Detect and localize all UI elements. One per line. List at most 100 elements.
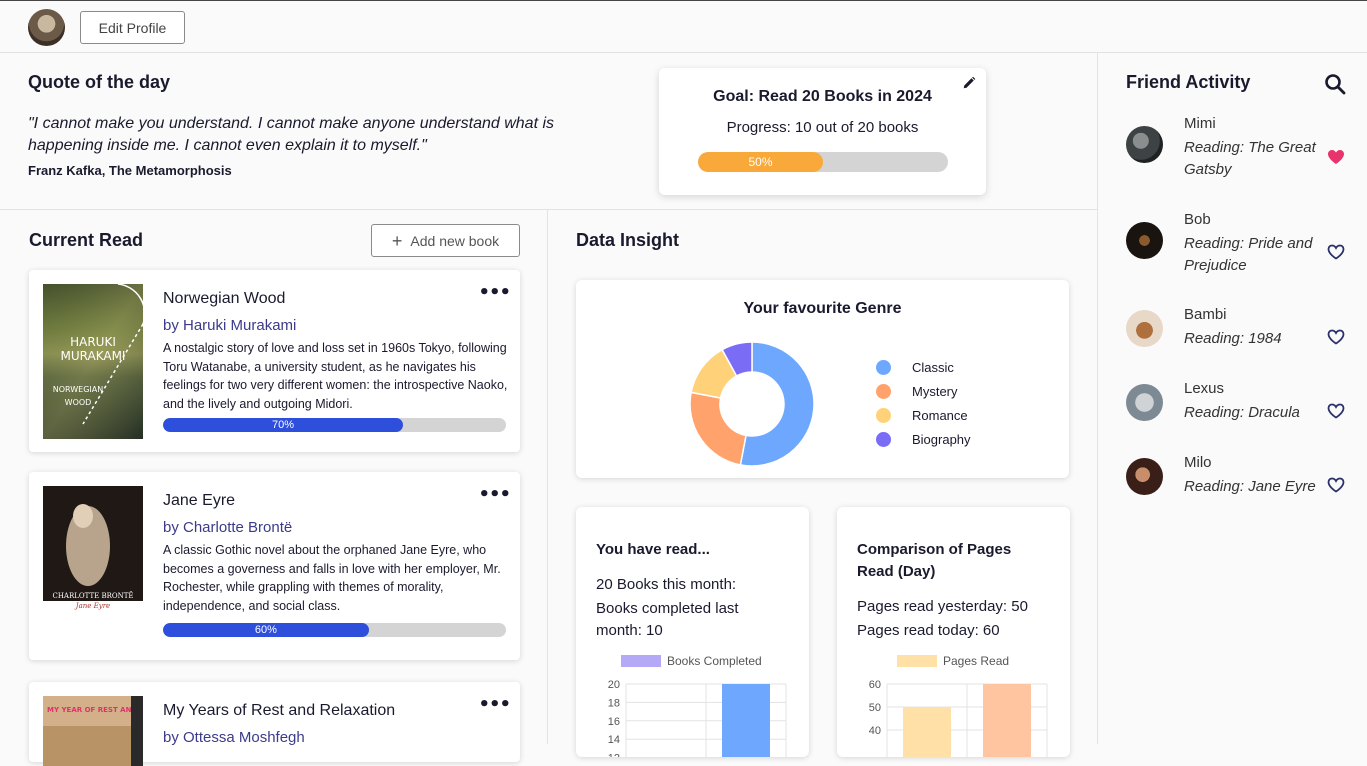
legend-item: Classic — [876, 355, 971, 379]
y-tick-label: 50 — [869, 702, 881, 714]
books-read-title: You have read... — [596, 541, 710, 558]
book-cover: HARUKI MURAKAMI NORWEGIAN WOOD — [43, 284, 143, 439]
current-read-section: Current Read + Add new book HARUKI MURAK… — [0, 210, 548, 766]
book-title[interactable]: My Years of Rest and Relaxation — [163, 702, 395, 720]
avatar[interactable] — [1126, 310, 1163, 347]
friend-name: Mimi — [1184, 115, 1216, 132]
plus-icon: + — [391, 230, 403, 251]
legend-label: Mystery — [912, 383, 958, 399]
genre-chart-title: Your favourite Genre — [743, 300, 902, 317]
pages-chart-legend-label: Pages Read — [943, 654, 1010, 668]
friend-item-bambi[interactable]: Bambi Reading: 1984 — [1126, 306, 1356, 356]
pages-chart-legend: Pages Read — [897, 654, 1009, 668]
avatar[interactable] — [1126, 222, 1163, 259]
bar — [903, 707, 951, 757]
book-cover: MY YEAR OF REST AND RELAXATION — [43, 696, 143, 766]
books-this-month: 20 Books this month: — [596, 576, 737, 593]
friend-name: Bambi — [1184, 306, 1227, 323]
friend-item-mimi[interactable]: Mimi Reading: The Great Gatsby — [1126, 115, 1356, 185]
book-progress-bar: 70% — [163, 418, 506, 432]
friend-reading: Reading: The Great Gatsby — [1184, 139, 1316, 178]
quote-text: "I cannot make you understand. I cannot … — [28, 115, 555, 154]
goal-progress-fill: 50% — [698, 152, 823, 172]
more-icon[interactable]: ••• — [478, 694, 511, 715]
legend-item: Biography — [876, 427, 971, 451]
books-completed-chart: 12 14 16 18 20 — [608, 679, 787, 757]
quote-author: Franz Kafka, The Metamorphosis — [28, 163, 232, 178]
friend-reading: Reading: 1984 — [1184, 330, 1282, 347]
avatar[interactable] — [1126, 126, 1163, 163]
profile-avatar[interactable] — [28, 9, 65, 46]
book-author[interactable]: by Ottessa Moshfegh — [163, 729, 305, 746]
book-author[interactable]: by Haruki Murakami — [163, 317, 296, 334]
avatar[interactable] — [1126, 384, 1163, 421]
heart-icon[interactable] — [1327, 329, 1345, 345]
cover-author-2: MURAKAMI — [61, 349, 126, 363]
books-last-month: Books completed last month: 10 — [596, 600, 739, 639]
legend-label: Biography — [912, 431, 971, 447]
more-icon[interactable]: ••• — [478, 282, 511, 303]
cover-author: CHARLOTTE BRONTË — [52, 591, 133, 600]
friend-name: Lexus — [1184, 380, 1225, 397]
top-bar: Edit Profile — [0, 0, 1367, 53]
book-author[interactable]: by Charlotte Brontë — [163, 519, 292, 536]
data-insight-section: Data Insight Your favourite Genre Classi… — [548, 210, 1097, 757]
friend-item-milo[interactable]: Milo Reading: Jane Eyre — [1126, 454, 1356, 504]
book-card[interactable]: CHARLOTTE BRONTË Jane Eyre Jane Eyre by … — [29, 472, 520, 660]
heart-icon[interactable] — [1327, 149, 1345, 165]
cover-title: MY YEAR OF REST AND RELAXATION — [47, 706, 143, 714]
goal-progress-bar: 50% — [698, 152, 948, 172]
quote-title: Quote of the day — [28, 72, 171, 92]
search-icon[interactable] — [1324, 73, 1346, 95]
add-new-book-button[interactable]: + Add new book — [371, 224, 520, 257]
friend-item-lexus[interactable]: Lexus Reading: Dracula — [1126, 380, 1356, 430]
friend-name: Bob — [1184, 211, 1211, 228]
pie-slice-mystery — [689, 391, 747, 466]
y-tick-label: 12 — [608, 753, 620, 757]
friend-activity-section: Friend Activity Mimi Reading: The Great … — [1097, 53, 1367, 744]
friend-activity-title: Friend Activity — [1126, 72, 1251, 92]
add-new-book-label: Add new book — [410, 232, 500, 249]
data-insight-title: Data Insight — [576, 230, 680, 250]
friend-item-bob[interactable]: Bob Reading: Pride and Prejudice — [1126, 211, 1356, 281]
legend-item: Mystery — [876, 379, 971, 403]
goal-title: Goal: Read 20 Books in 2024 — [713, 88, 932, 105]
y-tick-label: 60 — [869, 679, 881, 691]
genre-legend: Classic Mystery Romance Biography — [876, 355, 971, 451]
cover-title-2: WOOD — [65, 398, 92, 407]
books-read-card: You have read... 20 Books this month: Bo… — [576, 507, 809, 757]
reading-goal-card: Goal: Read 20 Books in 2024 Progress: 10… — [659, 68, 986, 195]
book-card[interactable]: HARUKI MURAKAMI NORWEGIAN WOOD Norwegian… — [29, 270, 520, 452]
pages-yesterday: Pages read yesterday: 50 — [857, 598, 1028, 615]
friend-reading: Reading: Pride and Prejudice — [1184, 235, 1313, 274]
friend-reading: Reading: Dracula — [1184, 404, 1300, 421]
more-icon[interactable]: ••• — [478, 484, 511, 505]
book-progress-bar: 60% — [163, 623, 506, 637]
legend-label: Romance — [912, 407, 968, 423]
bar — [722, 684, 770, 757]
book-cover: CHARLOTTE BRONTË Jane Eyre — [43, 486, 143, 641]
y-tick-label: 18 — [608, 697, 620, 709]
heart-icon[interactable] — [1327, 244, 1345, 260]
goal-progress-text: Progress: 10 out of 20 books — [726, 119, 919, 136]
book-title[interactable]: Norwegian Wood — [163, 290, 285, 308]
book-description: A classic Gothic novel about the orphane… — [163, 543, 501, 613]
edit-profile-button[interactable]: Edit Profile — [80, 11, 185, 44]
y-tick-label: 14 — [608, 734, 620, 746]
heart-icon[interactable] — [1327, 477, 1345, 493]
heart-icon[interactable] — [1327, 403, 1345, 419]
cover-author-1: HARUKI — [70, 335, 116, 349]
book-description: A nostalgic story of love and loss set i… — [163, 341, 508, 411]
avatar[interactable] — [1126, 458, 1163, 495]
friend-reading: Reading: Jane Eyre — [1184, 478, 1316, 495]
books-chart-legend: Books Completed — [621, 654, 762, 668]
pages-today: Pages read today: 60 — [857, 622, 1000, 639]
book-card[interactable]: MY YEAR OF REST AND RELAXATION My Years … — [29, 682, 520, 766]
book-title[interactable]: Jane Eyre — [163, 492, 235, 510]
book-progress-fill: 70% — [163, 418, 404, 432]
books-chart-legend-label: Books Completed — [667, 654, 762, 668]
legend-item: Romance — [876, 403, 971, 427]
y-tick-label: 40 — [869, 725, 881, 737]
legend-label: Classic — [912, 359, 954, 375]
genre-donut-chart — [689, 341, 815, 467]
